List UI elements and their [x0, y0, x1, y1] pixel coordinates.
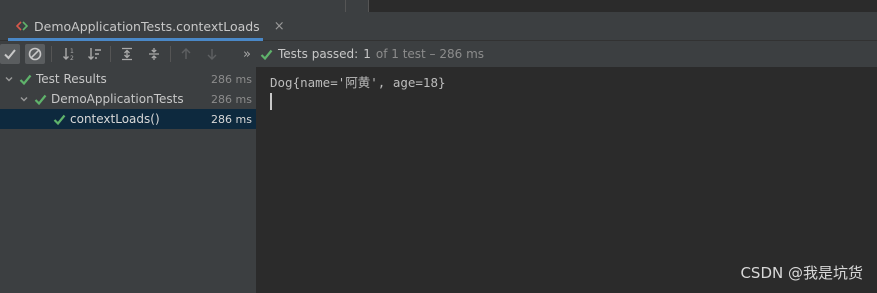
status-suffix: of 1 test – 286 ms — [375, 47, 485, 61]
tree-row-test-results[interactable]: Test Results 286 ms — [0, 69, 256, 89]
run-tab-bar: DemoApplicationTests.contextLoads × — [0, 12, 877, 41]
chevron-down-icon[interactable] — [3, 73, 15, 85]
arrow-up-icon — [181, 48, 191, 59]
show-passed-button[interactable] — [0, 44, 20, 64]
collapse-all-button[interactable] — [144, 44, 164, 64]
toolbar-separator — [110, 46, 111, 62]
tree-label: contextLoads() — [70, 112, 160, 126]
expand-all-icon — [122, 47, 132, 61]
test-status: Tests passed: 1 of 1 test – 286 ms — [260, 41, 484, 67]
svg-text:1: 1 — [70, 48, 74, 55]
close-icon[interactable]: × — [274, 19, 285, 34]
checkmark-icon — [18, 72, 32, 86]
checkmark-icon — [4, 49, 16, 60]
sort-alpha-icon: 12 — [63, 48, 74, 62]
checkmark-icon — [33, 92, 47, 106]
duration: 286 ms — [211, 92, 252, 106]
test-results-tree: Test Results 286 ms DemoApplicationTests… — [0, 67, 257, 293]
tree-row-test-method[interactable]: contextLoads() 286 ms — [0, 109, 256, 129]
arrow-down-icon — [207, 49, 217, 60]
top-dark-area — [369, 0, 877, 12]
tree-label: Test Results — [36, 72, 107, 86]
toolbar-separator — [170, 46, 171, 62]
more-actions-button[interactable]: » — [237, 44, 257, 64]
tab-run-config[interactable]: DemoApplicationTests.contextLoads × — [8, 12, 293, 40]
tree-row-test-class[interactable]: DemoApplicationTests 286 ms — [0, 89, 256, 109]
show-ignored-button[interactable] — [25, 44, 45, 64]
chevron-down-icon[interactable] — [18, 93, 30, 105]
console-output[interactable]: Dog{name='阿黄', age=18} — [257, 67, 877, 293]
checkmark-icon — [260, 49, 273, 60]
passed-count: 1 — [363, 47, 371, 61]
sort-duration-icon — [88, 48, 101, 60]
ignored-icon — [28, 47, 42, 61]
toolbar-separator — [51, 46, 52, 62]
collapse-all-icon — [149, 48, 159, 60]
text-caret — [270, 93, 272, 110]
test-runner-toolbar: 12 » Tests passed: 1 of 1 test – 286 ms — [0, 41, 877, 68]
divider — [345, 0, 346, 12]
window-top-strip — [0, 0, 877, 12]
expand-all-button[interactable] — [117, 44, 137, 64]
duration: 286 ms — [211, 72, 252, 86]
tree-label: DemoApplicationTests — [51, 92, 184, 106]
console-line: Dog{name='阿黄', age=18} — [270, 75, 446, 90]
next-failed-button[interactable] — [202, 44, 222, 64]
checkmark-icon — [52, 112, 66, 126]
previous-failed-button[interactable] — [176, 44, 196, 64]
sort-alphabetically-button[interactable]: 12 — [60, 44, 80, 64]
sort-by-duration-button[interactable] — [85, 44, 105, 64]
svg-text:2: 2 — [70, 55, 74, 62]
tab-label: DemoApplicationTests.contextLoads — [34, 18, 260, 34]
watermark: CSDN @我是坑货 — [740, 264, 863, 282]
run-config-icon — [16, 20, 28, 32]
status-prefix: Tests passed: — [278, 47, 359, 61]
duration: 286 ms — [211, 112, 252, 126]
